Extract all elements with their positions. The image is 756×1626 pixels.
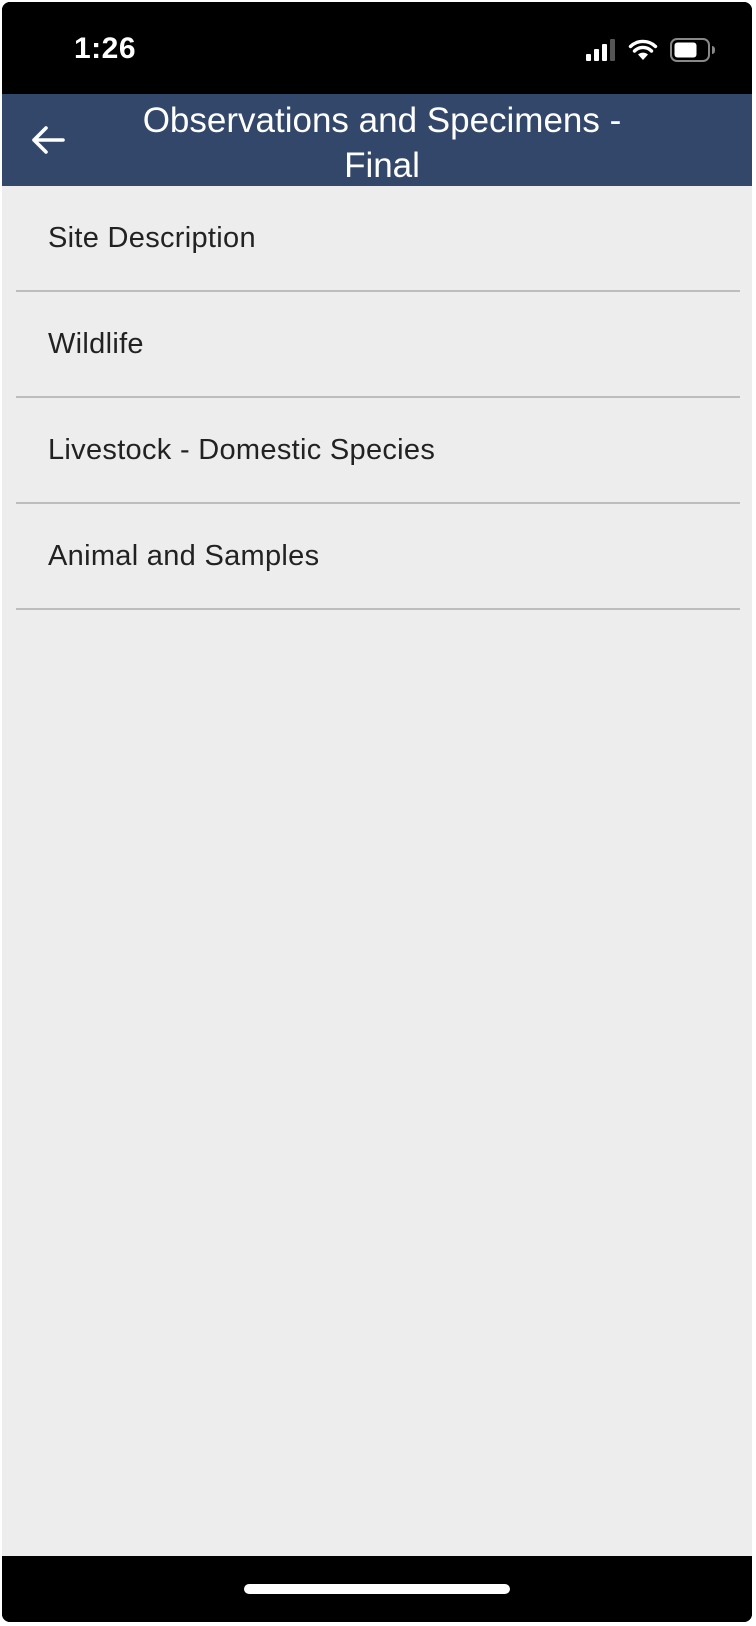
status-bar: 1:26	[2, 2, 752, 94]
content-area: Site Description Wildlife Livestock - Do…	[2, 186, 752, 1556]
phone-screen: 1:26 Observations and Specimens - Final …	[2, 2, 752, 1622]
battery-icon	[670, 37, 716, 67]
list-item-label: Animal and Samples	[48, 539, 320, 572]
list-item-animal-and-samples[interactable]: Animal and Samples	[16, 504, 740, 610]
section-list: Site Description Wildlife Livestock - Do…	[16, 186, 740, 610]
back-arrow-icon	[32, 126, 65, 154]
home-indicator[interactable]	[244, 1584, 510, 1594]
list-item-label: Livestock - Domestic Species	[48, 433, 436, 466]
cellular-signal-icon	[586, 38, 616, 66]
list-item-label: Site Description	[48, 221, 256, 254]
status-icons	[586, 37, 716, 67]
status-time: 1:26	[74, 32, 137, 65]
page-title: Observations and Specimens - Final	[142, 101, 622, 185]
wifi-icon	[628, 38, 658, 67]
list-item-livestock[interactable]: Livestock - Domestic Species	[16, 398, 740, 504]
list-item-wildlife[interactable]: Wildlife	[16, 292, 740, 398]
app-header: Observations and Specimens - Final	[2, 94, 752, 186]
home-bar-area	[2, 1556, 752, 1622]
list-item-site-description[interactable]: Site Description	[16, 186, 740, 292]
list-item-label: Wildlife	[48, 327, 144, 360]
back-button[interactable]	[22, 114, 74, 166]
